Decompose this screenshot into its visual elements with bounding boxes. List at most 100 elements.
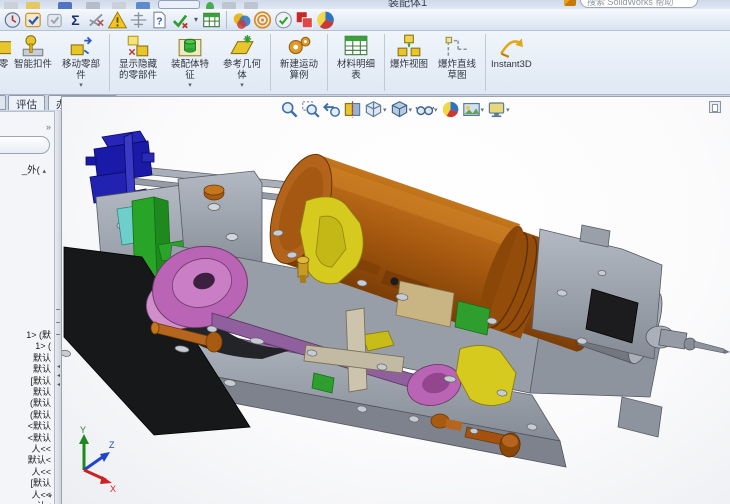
ribbon-button-label: 新建运动算例: [280, 59, 319, 81]
feature-tree-item[interactable]: [默认: [0, 478, 54, 489]
measure-clock-icon[interactable]: [2, 10, 23, 30]
select-tool-pressed[interactable]: [158, 0, 200, 9]
motion-spiral-icon[interactable]: [252, 10, 273, 30]
show-hidden-icon: [125, 33, 151, 59]
chevron-down-icon[interactable]: ▾: [79, 82, 83, 89]
ribbon-button-label: 智能扣件: [14, 59, 53, 70]
ribbon-button-label: 参考几何体: [223, 59, 262, 81]
feature-tree-item[interactable]: 默认: [0, 353, 54, 364]
feature-tree-item[interactable]: 默认: [0, 364, 54, 375]
save-file-icon[interactable]: [58, 2, 72, 9]
svg-text:?: ?: [156, 16, 162, 27]
feature-tree-item[interactable]: 默认<: [0, 455, 54, 466]
instant3d-icon: [498, 33, 524, 59]
pie-sphere-icon[interactable]: [315, 10, 336, 30]
triad-x-label: X: [110, 484, 116, 492]
ribbon-button-label: 显示隐藏的零部件: [119, 59, 158, 81]
bill-of-materials-button[interactable]: 材料明细表: [330, 31, 382, 94]
feature-manager-panel: » _外( ▴ 1> (默 1> (默认 默认 [默认 默认 (默认 (默认 <默认 <默认 人<…: [0, 111, 54, 504]
approve-circle-icon[interactable]: [273, 10, 294, 30]
dropdown-arrow-icon[interactable]: ▾: [191, 15, 201, 24]
design-table-icon[interactable]: [201, 10, 222, 30]
feature-tree-item[interactable]: (默认: [0, 398, 54, 409]
ribbon-button-label: Instant3D: [491, 59, 532, 70]
align-icon[interactable]: [128, 10, 149, 30]
new-motion-study-button[interactable]: 新建运动算例: [273, 31, 325, 94]
feature-tree-item[interactable]: 默认: [0, 387, 54, 398]
bom-table-icon: [343, 33, 369, 59]
feature-tree-item[interactable]: (默认: [0, 410, 54, 421]
coordinate-triad: Y Z X: [79, 426, 116, 492]
tab-assembly-partial[interactable]: [0, 95, 6, 110]
standard-toolbar-clipped: 装配体1 搜索 SolidWorks 帮助: [0, 0, 730, 9]
ribbon-group-separator: [384, 34, 386, 91]
feature-tree-item[interactable]: 人<<: [0, 444, 54, 455]
solidworks-window: { "window": { "title": "装配体1", "search_h…: [0, 0, 730, 504]
feature-tree-item[interactable]: 人<<: [0, 490, 54, 501]
show-hidden-components-button[interactable]: 显示隐藏的零部件: [112, 31, 164, 94]
ribbon-button-label: 爆炸视图: [390, 59, 429, 70]
insert-component-button[interactable]: 零: [0, 31, 11, 94]
checkbox-dim-icon[interactable]: [44, 10, 65, 30]
triad-y-label: Y: [80, 426, 86, 435]
ribbon-group-separator: [485, 34, 487, 91]
splitter-collapse-arrows-icon[interactable]: ◂ ◂ ◂: [55, 363, 62, 390]
insert-component-icon: [0, 33, 11, 59]
assembly-features-button[interactable]: 装配体特征 ▾: [164, 31, 216, 94]
chevron-down-icon[interactable]: ▾: [188, 82, 192, 89]
reference-geometry-icon: [229, 33, 255, 59]
brown-knob-top: [203, 184, 225, 196]
right-bracket-part[interactable]: [531, 224, 663, 438]
equations-sigma-icon[interactable]: Σ: [65, 10, 86, 30]
feature-tree-item[interactable]: 1> (: [0, 341, 54, 352]
splitter-handle-icon[interactable]: [56, 309, 60, 335]
print-icon[interactable]: [86, 2, 100, 9]
compare-blocks-icon[interactable]: [294, 10, 315, 30]
tree-scroll-down-icon[interactable]: ▾: [48, 492, 52, 500]
undo-icon[interactable]: [112, 2, 126, 9]
tab-evaluate[interactable]: 评估: [8, 95, 45, 111]
no-solve-sketch-icon[interactable]: [86, 10, 107, 30]
toolbar-box2-icon[interactable]: [244, 2, 258, 9]
status-dot-icon: [206, 2, 214, 9]
assembly-features-icon: [177, 33, 203, 59]
interference-warning-icon[interactable]: [107, 10, 128, 30]
design-checker-checked-icon[interactable]: [23, 10, 44, 30]
photoview-render-icon[interactable]: [231, 10, 252, 30]
redo-icon[interactable]: [136, 2, 150, 9]
toolbar-box-icon[interactable]: [222, 2, 236, 9]
search-input[interactable]: 搜索 SolidWorks 帮助: [580, 0, 698, 8]
feature-tree-item[interactable]: 人<<: [0, 467, 54, 478]
tools-toolbar: Σ? ▾: [0, 9, 730, 31]
explode-line-sketch-button[interactable]: 爆炸直线草图: [431, 31, 483, 94]
move-component-icon: [68, 33, 94, 59]
new-file-icon[interactable]: [4, 2, 18, 9]
feature-tree-root-arrow-icon[interactable]: ▴: [42, 168, 46, 175]
ribbon-group-separator: [109, 34, 111, 91]
file-question-icon[interactable]: ?: [149, 10, 170, 30]
graphics-viewport[interactable]: ▾ ▾ ▾ ▾ ▾ Y Z X: [61, 96, 730, 504]
triad-z-label: Z: [109, 440, 115, 450]
feature-tree-item[interactable]: <默认: [0, 433, 54, 444]
assembly-model[interactable]: [62, 97, 730, 504]
feature-tree-items: 1> (默 1> (默认 默认 [默认 默认 (默认 (默认 <默认 <默认 人<< 默认< 人<<[…: [0, 330, 54, 504]
smart-fasteners-button[interactable]: 智能扣件: [11, 31, 55, 94]
move-component-button[interactable]: 移动零部件 ▾: [55, 31, 107, 94]
feature-tree-root-label: _外(: [21, 165, 40, 176]
help-search-area[interactable]: 搜索 SolidWorks 帮助: [562, 0, 722, 8]
feature-tree-item[interactable]: <默认: [0, 421, 54, 432]
exploded-view-button[interactable]: 爆炸视图: [387, 31, 431, 94]
feature-tree-item[interactable]: [默认: [0, 376, 54, 387]
chevron-down-icon[interactable]: ▾: [240, 82, 244, 89]
open-file-icon[interactable]: [26, 2, 40, 9]
feature-tree-root[interactable]: _外( ▴: [0, 162, 54, 176]
panel-pane-capsule[interactable]: [0, 136, 50, 154]
panel-collapse-chevron-icon[interactable]: »: [46, 122, 51, 132]
reference-geometry-button[interactable]: 参考几何体 ▾: [216, 31, 268, 94]
verify-check-icon[interactable]: [170, 10, 191, 30]
motion-study-icon: [286, 33, 312, 59]
command-manager-ribbon: 零智能扣件移动零部件▾显示隐藏的零部件装配体特征▾参考几何体▾新建运动算例材料明…: [0, 31, 730, 95]
panel-splitter[interactable]: ◂ ◂ ◂: [54, 111, 61, 504]
instant3d-button[interactable]: Instant3D: [488, 31, 535, 94]
feature-tree-item[interactable]: 1> (默: [0, 330, 54, 341]
